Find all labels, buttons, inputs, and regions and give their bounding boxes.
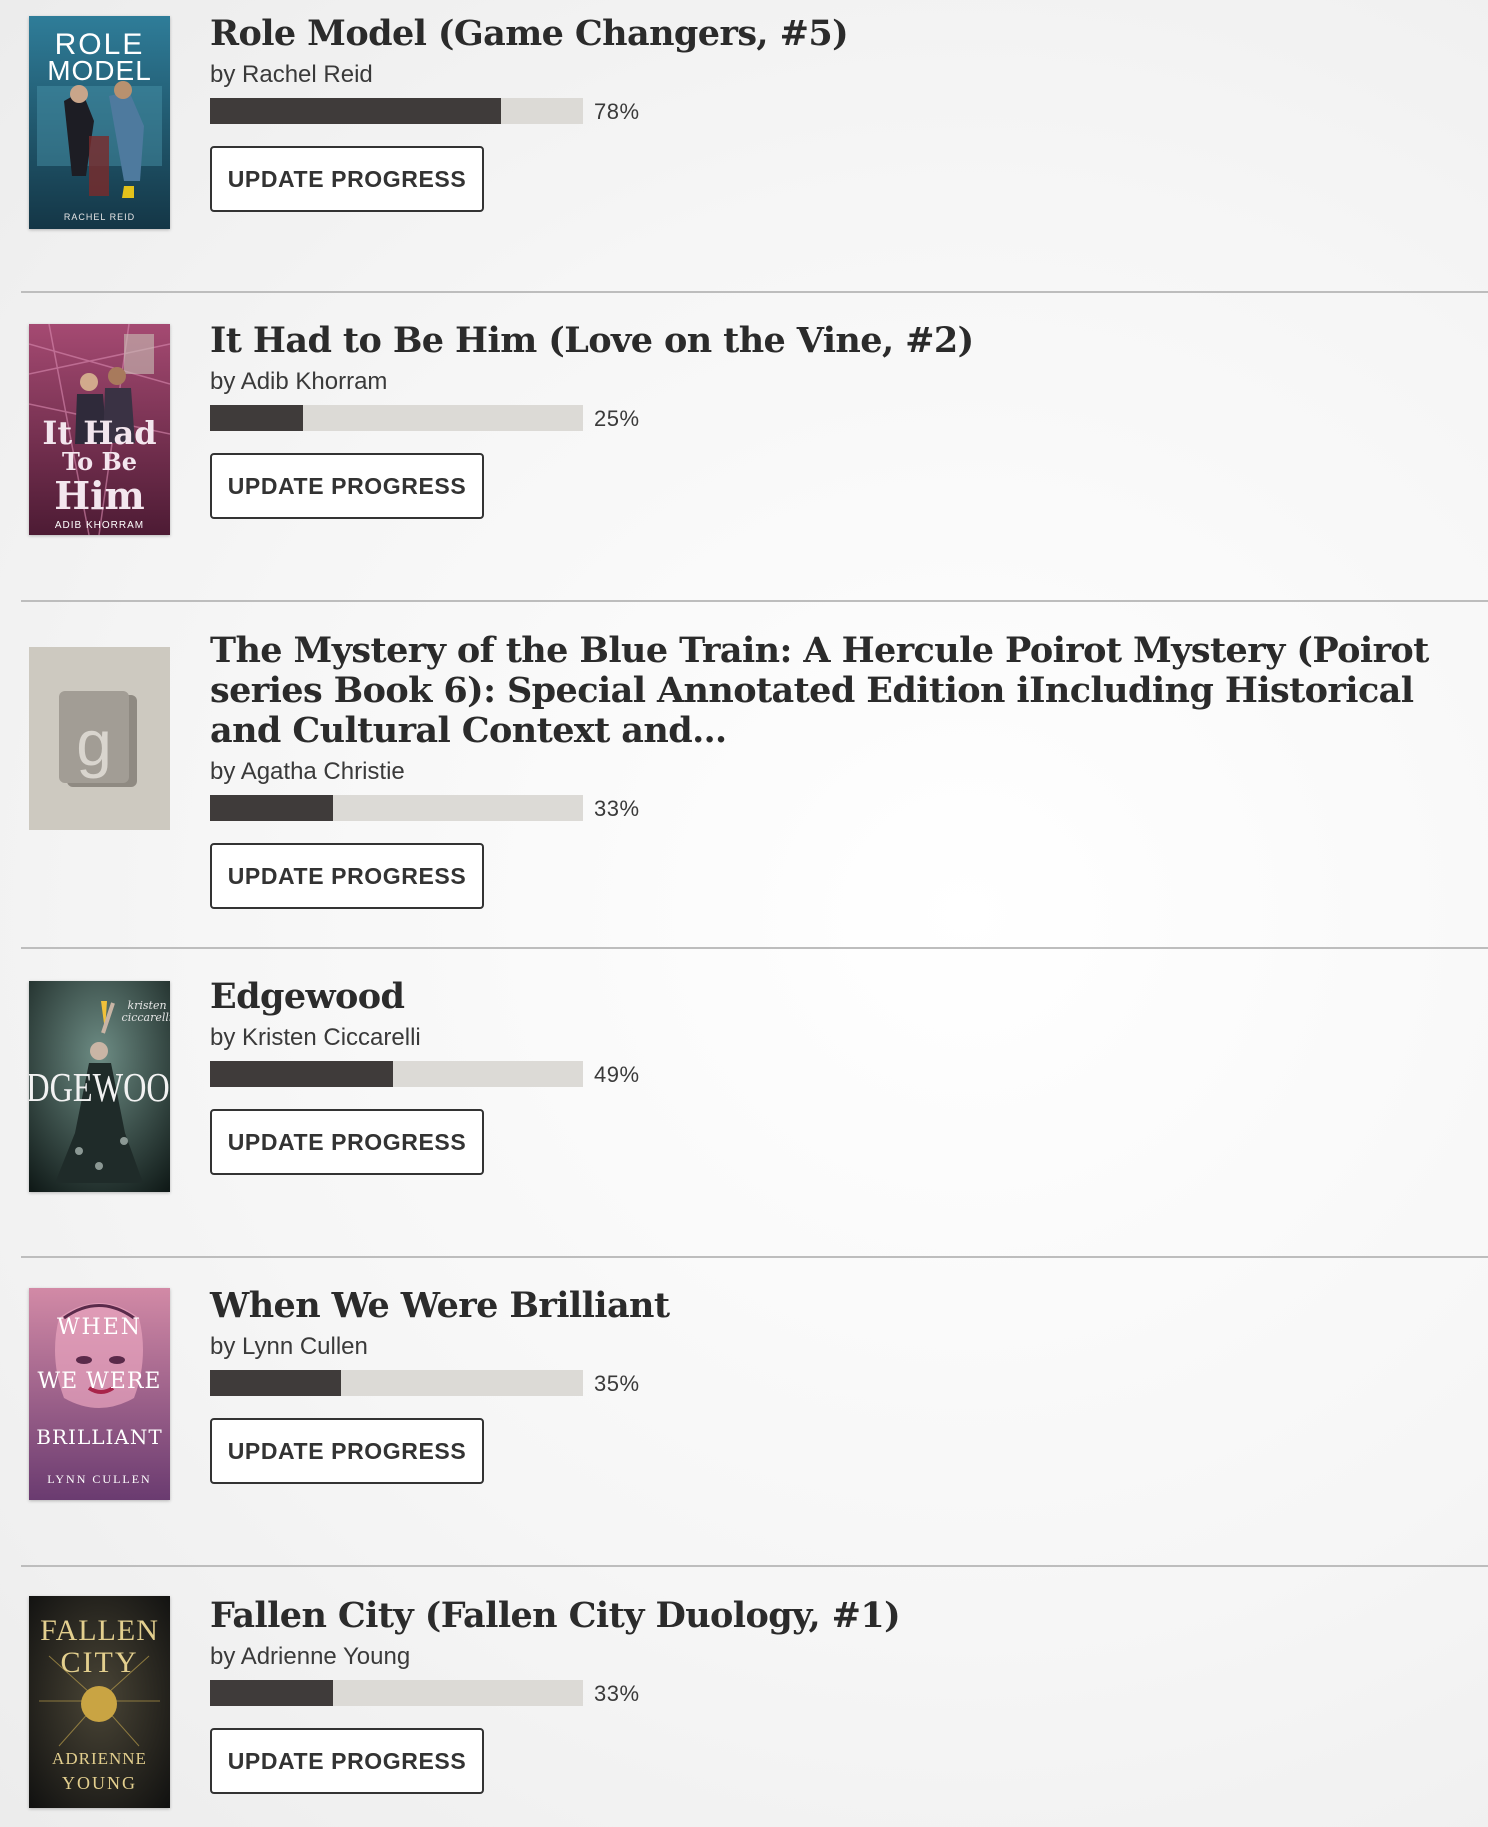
- book-info: When We Were Brilliant by Lynn Cullen 35…: [210, 1286, 1458, 1484]
- progress-fill: [210, 795, 334, 821]
- book-cover[interactable]: FALLEN CITY ADRIENNE YOUNG: [29, 1596, 170, 1808]
- svg-text:EDGEWOOD: EDGEWOOD: [29, 1064, 170, 1109]
- book-author[interactable]: by Agatha Christie: [210, 757, 1458, 787]
- svg-text:To Be: To Be: [62, 447, 137, 476]
- book-author[interactable]: by Adrienne Young: [210, 1642, 1458, 1672]
- book-title[interactable]: Edgewood: [210, 977, 1458, 1017]
- svg-text:WE WERE: WE WERE: [38, 1369, 162, 1394]
- book-title[interactable]: Fallen City (Fallen City Duology, #1): [210, 1596, 1458, 1636]
- book-info: Edgewood by Kristen Ciccarelli 49% UPDAT…: [210, 977, 1458, 1175]
- progress-bar: 78%: [210, 98, 1458, 126]
- progress-fill: [210, 98, 501, 124]
- update-progress-button[interactable]: UPDATE PROGRESS: [210, 1418, 484, 1484]
- progress-fill: [210, 1370, 341, 1396]
- progress-bar: 35%: [210, 1370, 1458, 1398]
- svg-text:LYNN CULLEN: LYNN CULLEN: [47, 1472, 151, 1486]
- book-author[interactable]: by Rachel Reid: [210, 60, 1458, 90]
- update-progress-button[interactable]: UPDATE PROGRESS: [210, 146, 484, 212]
- book-info: Fallen City (Fallen City Duology, #1) by…: [210, 1596, 1458, 1794]
- book-info: The Mystery of the Blue Train: A Hercule…: [210, 631, 1458, 909]
- book-author[interactable]: by Lynn Cullen: [210, 1332, 1458, 1362]
- book-cover-placeholder[interactable]: g: [29, 647, 170, 830]
- book-cover[interactable]: ROLE MODEL RACHEL REID: [29, 16, 170, 229]
- svg-text:YOUNG: YOUNG: [62, 1773, 137, 1793]
- cover-art-role-model: ROLE MODEL RACHEL REID: [29, 16, 170, 229]
- book-row: WHEN WE WERE BRILLIANT LYNN CULLEN When …: [0, 1258, 1488, 1567]
- book-title[interactable]: Role Model (Game Changers, #5): [210, 14, 1458, 54]
- goodreads-placeholder-icon: g: [29, 647, 170, 830]
- svg-text:ADRIENNE: ADRIENNE: [52, 1749, 147, 1768]
- book-row: It Had To Be Him ADIB KHORRAM It Had to …: [0, 293, 1488, 602]
- progress-fill: [210, 1061, 393, 1087]
- progress-bar: 49%: [210, 1061, 1458, 1089]
- book-row: g The Mystery of the Blue Train: A Hercu…: [0, 602, 1488, 949]
- update-progress-button[interactable]: UPDATE PROGRESS: [210, 843, 484, 909]
- cover-art-edgewood: kristen ciccarelli EDGEWOOD: [29, 981, 170, 1192]
- progress-bar: 25%: [210, 405, 1458, 433]
- progress-fill: [210, 405, 304, 431]
- progress-percent: 35%: [594, 1371, 640, 1396]
- book-author[interactable]: by Adib Khorram: [210, 367, 1458, 397]
- book-title[interactable]: When We Were Brilliant: [210, 1286, 1458, 1326]
- book-info: Role Model (Game Changers, #5) by Rachel…: [210, 14, 1458, 212]
- book-cover[interactable]: It Had To Be Him ADIB KHORRAM: [29, 324, 170, 535]
- update-progress-button[interactable]: UPDATE PROGRESS: [210, 453, 484, 519]
- book-author[interactable]: by Kristen Ciccarelli: [210, 1023, 1458, 1053]
- progress-fill: [210, 1680, 334, 1706]
- book-row: kristen ciccarelli EDGEWOOD Edgewood by …: [0, 949, 1488, 1258]
- svg-text:MODEL: MODEL: [47, 55, 152, 86]
- progress-percent: 33%: [594, 796, 640, 821]
- cover-art-it-had-to-be-him: It Had To Be Him ADIB KHORRAM: [29, 324, 170, 535]
- book-row: ROLE MODEL RACHEL REID Role Model (Game …: [0, 0, 1488, 293]
- book-title[interactable]: It Had to Be Him (Love on the Vine, #2): [210, 321, 1458, 361]
- progress-bar: 33%: [210, 795, 1458, 823]
- book-info: It Had to Be Him (Love on the Vine, #2) …: [210, 321, 1458, 519]
- book-row: FALLEN CITY ADRIENNE YOUNG Fallen City (…: [0, 1567, 1488, 1827]
- update-progress-button[interactable]: UPDATE PROGRESS: [210, 1109, 484, 1175]
- svg-text:g: g: [76, 707, 112, 779]
- svg-text:ADIB KHORRAM: ADIB KHORRAM: [55, 520, 144, 531]
- svg-text:ciccarelli: ciccarelli: [122, 1011, 170, 1024]
- book-cover[interactable]: WHEN WE WERE BRILLIANT LYNN CULLEN: [29, 1288, 170, 1500]
- progress-percent: 49%: [594, 1062, 640, 1087]
- progress-percent: 25%: [594, 406, 640, 431]
- cover-art-fallen-city: FALLEN CITY ADRIENNE YOUNG: [29, 1596, 170, 1808]
- book-cover[interactable]: kristen ciccarelli EDGEWOOD: [29, 981, 170, 1192]
- progress-bar: 33%: [210, 1680, 1458, 1708]
- cover-art-when-we-were-brilliant: WHEN WE WERE BRILLIANT LYNN CULLEN: [29, 1288, 170, 1500]
- book-title[interactable]: The Mystery of the Blue Train: A Hercule…: [210, 631, 1458, 751]
- svg-text:CITY: CITY: [61, 1646, 139, 1679]
- progress-percent: 33%: [594, 1681, 640, 1706]
- update-progress-button[interactable]: UPDATE PROGRESS: [210, 1728, 484, 1794]
- svg-text:RACHEL REID: RACHEL REID: [64, 212, 135, 222]
- svg-text:FALLEN: FALLEN: [40, 1614, 159, 1647]
- currently-reading-list: ROLE MODEL RACHEL REID Role Model (Game …: [0, 0, 1488, 1827]
- progress-percent: 78%: [594, 99, 640, 124]
- svg-text:Him: Him: [54, 473, 145, 518]
- svg-text:WHEN: WHEN: [57, 1315, 142, 1340]
- svg-text:BRILLIANT: BRILLIANT: [36, 1425, 162, 1449]
